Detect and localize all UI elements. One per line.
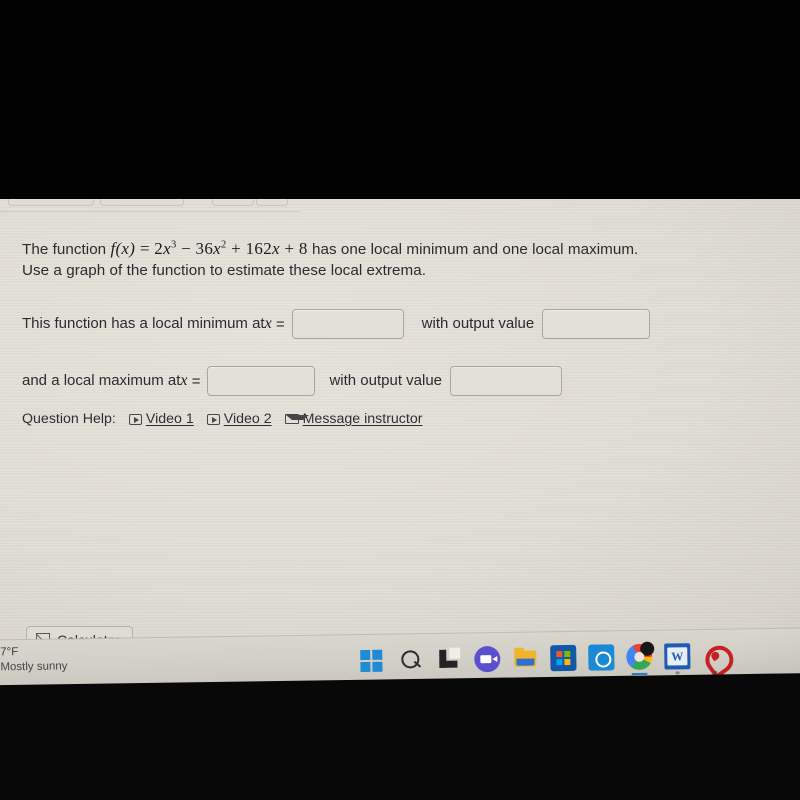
local-maximum-row: and a local maximum at x = with output v…	[22, 366, 563, 396]
video-1-label: Video 1	[145, 411, 194, 427]
message-instructor-label: Message instructor	[302, 411, 423, 427]
meet-button[interactable]	[474, 645, 501, 673]
video-1-link[interactable]: Video 1	[128, 411, 194, 427]
local-maximum-label: and a local maximum at	[22, 372, 181, 389]
formula-plus-1: +	[231, 239, 242, 258]
video-2-link[interactable]: Video 2	[206, 411, 272, 427]
local-minimum-output-label: with output value	[421, 315, 535, 332]
local-minimum-row: This function has a local minimum at x =…	[22, 309, 651, 339]
screen-bezel-top	[0, 0, 800, 199]
question-help-label: Question Help:	[22, 411, 116, 427]
local-minimum-variable: x	[264, 315, 272, 332]
microsoft-store-button[interactable]	[550, 644, 577, 672]
video-2-label: Video 2	[223, 411, 272, 427]
word-button[interactable]: W	[664, 643, 691, 675]
formula-term2-coef: 36	[195, 239, 214, 258]
local-maximum-variable: x	[180, 372, 188, 389]
mail-icon	[284, 414, 310, 424]
weather-temperature: 7°F	[0, 646, 19, 659]
formula-equals: =	[139, 239, 150, 258]
formula-term3-var: x	[272, 239, 280, 258]
formula-term2-exponent: 2	[221, 239, 227, 251]
start-button[interactable]	[360, 648, 386, 674]
formula-term2-var: x	[213, 239, 221, 258]
local-minimum-x-input[interactable]	[291, 309, 404, 339]
formula-plus-2: +	[284, 239, 295, 258]
prompt-text-after: has one local minimum and one local maxi…	[307, 241, 639, 258]
local-minimum-output-input[interactable]	[542, 309, 651, 339]
weather-condition: Mostly sunny	[0, 660, 68, 674]
formula-term1-exponent: 3	[170, 239, 177, 251]
file-explorer-button[interactable]	[512, 645, 538, 671]
weather-widget[interactable]: 7°F Mostly sunny	[0, 644, 68, 675]
question-prompt-line-2: Use a graph of the function to estimate …	[22, 262, 426, 279]
chrome-button[interactable]	[626, 641, 655, 676]
start-icon	[360, 649, 383, 673]
message-instructor-link[interactable]: Message instructor	[284, 411, 423, 427]
local-maximum-output-label: with output value	[329, 372, 443, 389]
formula-fx: f(x)	[110, 239, 136, 258]
task-view-button[interactable]	[436, 647, 462, 673]
local-minimum-equals: =	[275, 315, 285, 333]
function-formula: f(x) = 2x3 − 36x2 + 162x + 8	[110, 239, 307, 258]
toolbar-ghost-line	[0, 211, 300, 212]
play-icon	[128, 413, 142, 425]
formula-term1-var: x	[163, 239, 171, 258]
prompt-text-before: The function	[22, 241, 111, 258]
outlook-button[interactable]	[588, 644, 615, 671]
question-prompt-line-1: The function f(x) = 2x3 − 36x2 + 162x + …	[22, 238, 762, 261]
local-maximum-equals: =	[191, 372, 201, 390]
play-icon	[206, 413, 220, 425]
search-button[interactable]	[398, 647, 424, 673]
formula-term1-coef: 2	[154, 239, 164, 258]
screen-bezel-bottom	[0, 672, 800, 800]
formula-minus: −	[181, 239, 191, 258]
question-help-row: Question Help: Video 1 Video 2 Message i…	[22, 411, 435, 427]
formula-constant: 8	[298, 239, 308, 258]
security-button[interactable]	[702, 643, 728, 674]
local-maximum-x-input[interactable]	[207, 366, 316, 396]
laptop-screen: The function f(x) = 2x3 − 36x2 + 162x + …	[0, 196, 800, 696]
screenshot-photo: The function f(x) = 2x3 − 36x2 + 162x + …	[0, 0, 800, 800]
formula-term3-coef: 162	[245, 239, 272, 258]
local-maximum-output-input[interactable]	[450, 366, 563, 396]
local-minimum-label: This function has a local minimum at	[22, 315, 265, 332]
